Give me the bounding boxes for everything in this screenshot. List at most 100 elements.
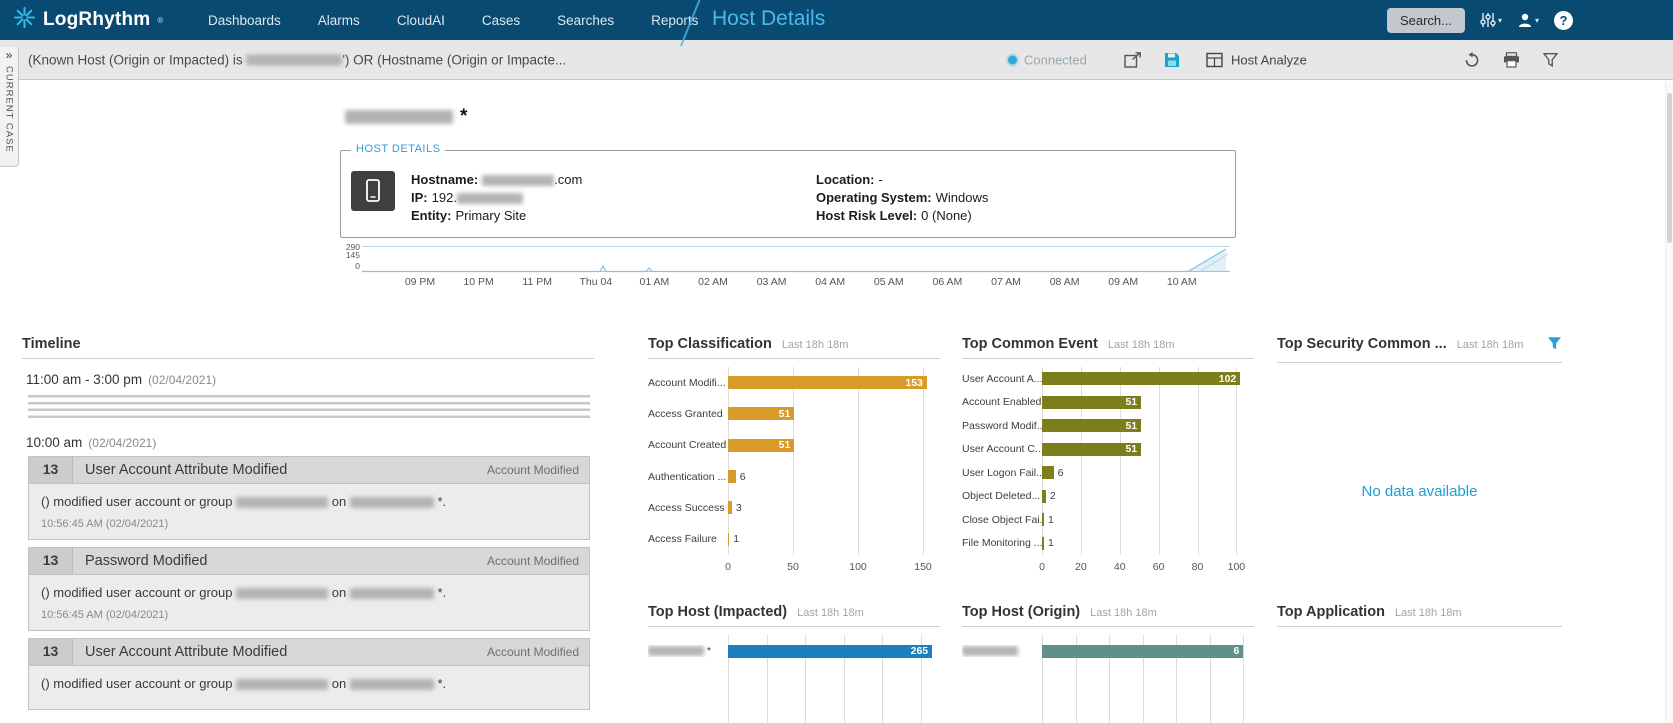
redacted-text (350, 497, 434, 508)
bar[interactable] (1042, 537, 1044, 550)
sparkline-plot[interactable] (362, 246, 1230, 272)
axis-tick-label: 150 (914, 561, 932, 573)
filter-funnel-icon[interactable] (1543, 52, 1558, 67)
event-classification-tag: Account Modified (487, 554, 579, 568)
bar[interactable] (728, 470, 736, 483)
nav-item-alarms[interactable]: Alarms (318, 13, 360, 28)
top-nav: LogRhythm ® Dashboards Alarms CloudAI Ca… (0, 0, 1673, 40)
event-title: User Account Attribute Modified (85, 644, 487, 660)
user-menu[interactable]: ▾ (1517, 12, 1539, 28)
event-title: User Account Attribute Modified (85, 462, 487, 478)
event-card-header[interactable]: 13 User Account Attribute Modified Accou… (29, 457, 589, 484)
bar-value-label: 6 (1233, 645, 1243, 657)
timeline-section: Timeline 11:00 am - 3:00 pm(02/04/2021) … (22, 336, 594, 717)
column-filter-icon[interactable] (1547, 336, 1562, 356)
nav-item-cases[interactable]: Cases (482, 13, 520, 28)
sparkline-x-tick: 10 AM (1167, 276, 1197, 288)
print-icon[interactable] (1503, 52, 1520, 68)
scrollbar-thumb[interactable] (1667, 93, 1672, 243)
host-fields-left: Hostname:.com IP:192. Entity:Primary Sit… (411, 171, 816, 225)
connected-label: Connected (1024, 52, 1087, 67)
redacted-text (345, 110, 453, 124)
bar-value-label: 102 (1219, 373, 1241, 385)
search-button[interactable]: Search... (1387, 8, 1465, 33)
bar[interactable]: 153 (728, 376, 927, 389)
widget-period: Last 18h 18m (1457, 339, 1524, 351)
sparkline-x-tick: 04 AM (815, 276, 845, 288)
bar[interactable]: 51 (1042, 419, 1141, 432)
bar[interactable]: 6 (1042, 645, 1243, 658)
chart-row: Account Enabled51 (962, 391, 1254, 415)
event-classification-tag: Account Modified (487, 645, 579, 659)
sparkline-x-tick: 09 PM (405, 276, 435, 288)
sparkline-x-axis: 09 PM10 PM11 PMThu 0401 AM02 AM03 AM04 A… (340, 276, 1236, 289)
bar-value-label: 1 (1048, 537, 1054, 549)
bar-value-label: 51 (1125, 443, 1141, 455)
watchlist-asterisk: * (460, 106, 467, 128)
bar[interactable]: 102 (1042, 372, 1240, 385)
redacted-text (236, 588, 328, 599)
bar[interactable]: 51 (728, 439, 794, 452)
logrhythm-logo[interactable]: LogRhythm ® (0, 6, 182, 34)
scrollbar[interactable] (1665, 81, 1673, 723)
bar[interactable] (1042, 466, 1054, 479)
top-classification-chart: Account Modifi...153Access Granted51Acco… (648, 367, 940, 575)
chart-row: Close Object Fai...1 (962, 508, 1254, 532)
bar[interactable] (1042, 513, 1044, 526)
event-timestamp: 10:56:45 AM (02/04/2021) (29, 600, 589, 630)
bar-value-label: 51 (779, 408, 795, 420)
bar[interactable] (728, 501, 732, 514)
chevron-down-icon: ▾ (1535, 16, 1539, 25)
top-host-impacted-chart: *265 (648, 635, 940, 723)
bar[interactable] (1042, 490, 1046, 503)
event-card-header[interactable]: 13 Password Modified Account Modified (29, 548, 589, 575)
chart-row: User Logon Fail...6 (962, 461, 1254, 485)
event-timestamp: 10:56:45 AM (02/04/2021) (29, 509, 589, 539)
nav-item-cloudai[interactable]: CloudAI (397, 13, 445, 28)
host-details-panel: HOST DETAILS Hostname:.com IP:192. Entit… (340, 150, 1236, 238)
bar[interactable] (728, 533, 729, 546)
chart-category-label: Access Failure (648, 533, 728, 545)
widget-title: Top Host (Impacted) (648, 604, 787, 620)
host-fields-right: Location:- Operating System:Windows Host… (816, 171, 988, 225)
bar[interactable]: 51 (1042, 396, 1141, 409)
search-filter-bar: (Known Host (Origin or Impacted) is ') O… (0, 40, 1673, 80)
bar[interactable]: 265 (728, 645, 932, 658)
top-host-origin-widget: Top Host (Origin) Last 18h 18m 6 (962, 604, 1254, 723)
chart-row: Access Success3 (648, 492, 940, 523)
axis-tick-label: 0 (1039, 561, 1045, 573)
widget-period: Last 18h 18m (1108, 339, 1175, 351)
filter-sliders-icon[interactable]: ▾ (1480, 12, 1502, 28)
chart-category-label: Authentication ... (648, 471, 728, 483)
redacted-text (962, 646, 1018, 656)
nav-item-dashboards[interactable]: Dashboards (208, 13, 281, 28)
host-analyze-button[interactable]: Host Analyze (1206, 52, 1307, 67)
event-count-badge: 13 (29, 639, 73, 665)
chart-row: Access Failure 1 (648, 524, 940, 555)
current-case-tab[interactable]: » CURRENT CASE (0, 47, 19, 167)
open-new-window-icon[interactable] (1124, 52, 1142, 68)
undo-icon[interactable] (1463, 51, 1481, 68)
event-description: () modified user account or group on *. (29, 666, 589, 691)
host-name-title: * (345, 106, 467, 128)
bar-value-label: 1 (733, 533, 739, 545)
location-field: Location:- (816, 171, 988, 189)
nav-item-searches[interactable]: Searches (557, 13, 614, 28)
collapsed-events-stack[interactable] (28, 395, 590, 422)
widget-period: Last 18h 18m (1090, 607, 1157, 619)
event-card-header[interactable]: 13 User Account Attribute Modified Accou… (29, 639, 589, 666)
sparkline-x-tick: 10 PM (463, 276, 493, 288)
save-search-icon[interactable] (1163, 51, 1181, 69)
expand-panel-icon[interactable]: » (6, 49, 13, 61)
chart-x-axis: 050100150 (728, 561, 936, 575)
ip-field: IP:192. (411, 189, 816, 207)
bar[interactable]: 51 (728, 407, 794, 420)
redacted-text (648, 646, 704, 656)
chart-row: Authentication ...6 (648, 461, 940, 492)
no-data-message: No data available (1277, 483, 1562, 500)
help-icon[interactable]: ? (1554, 11, 1573, 30)
chart-category-label: Account Created (648, 439, 728, 451)
bar[interactable]: 51 (1042, 443, 1141, 456)
sparkline-x-tick: 08 AM (1050, 276, 1080, 288)
top-host-impacted-widget: Top Host (Impacted) Last 18h 18m *265 (648, 604, 940, 723)
